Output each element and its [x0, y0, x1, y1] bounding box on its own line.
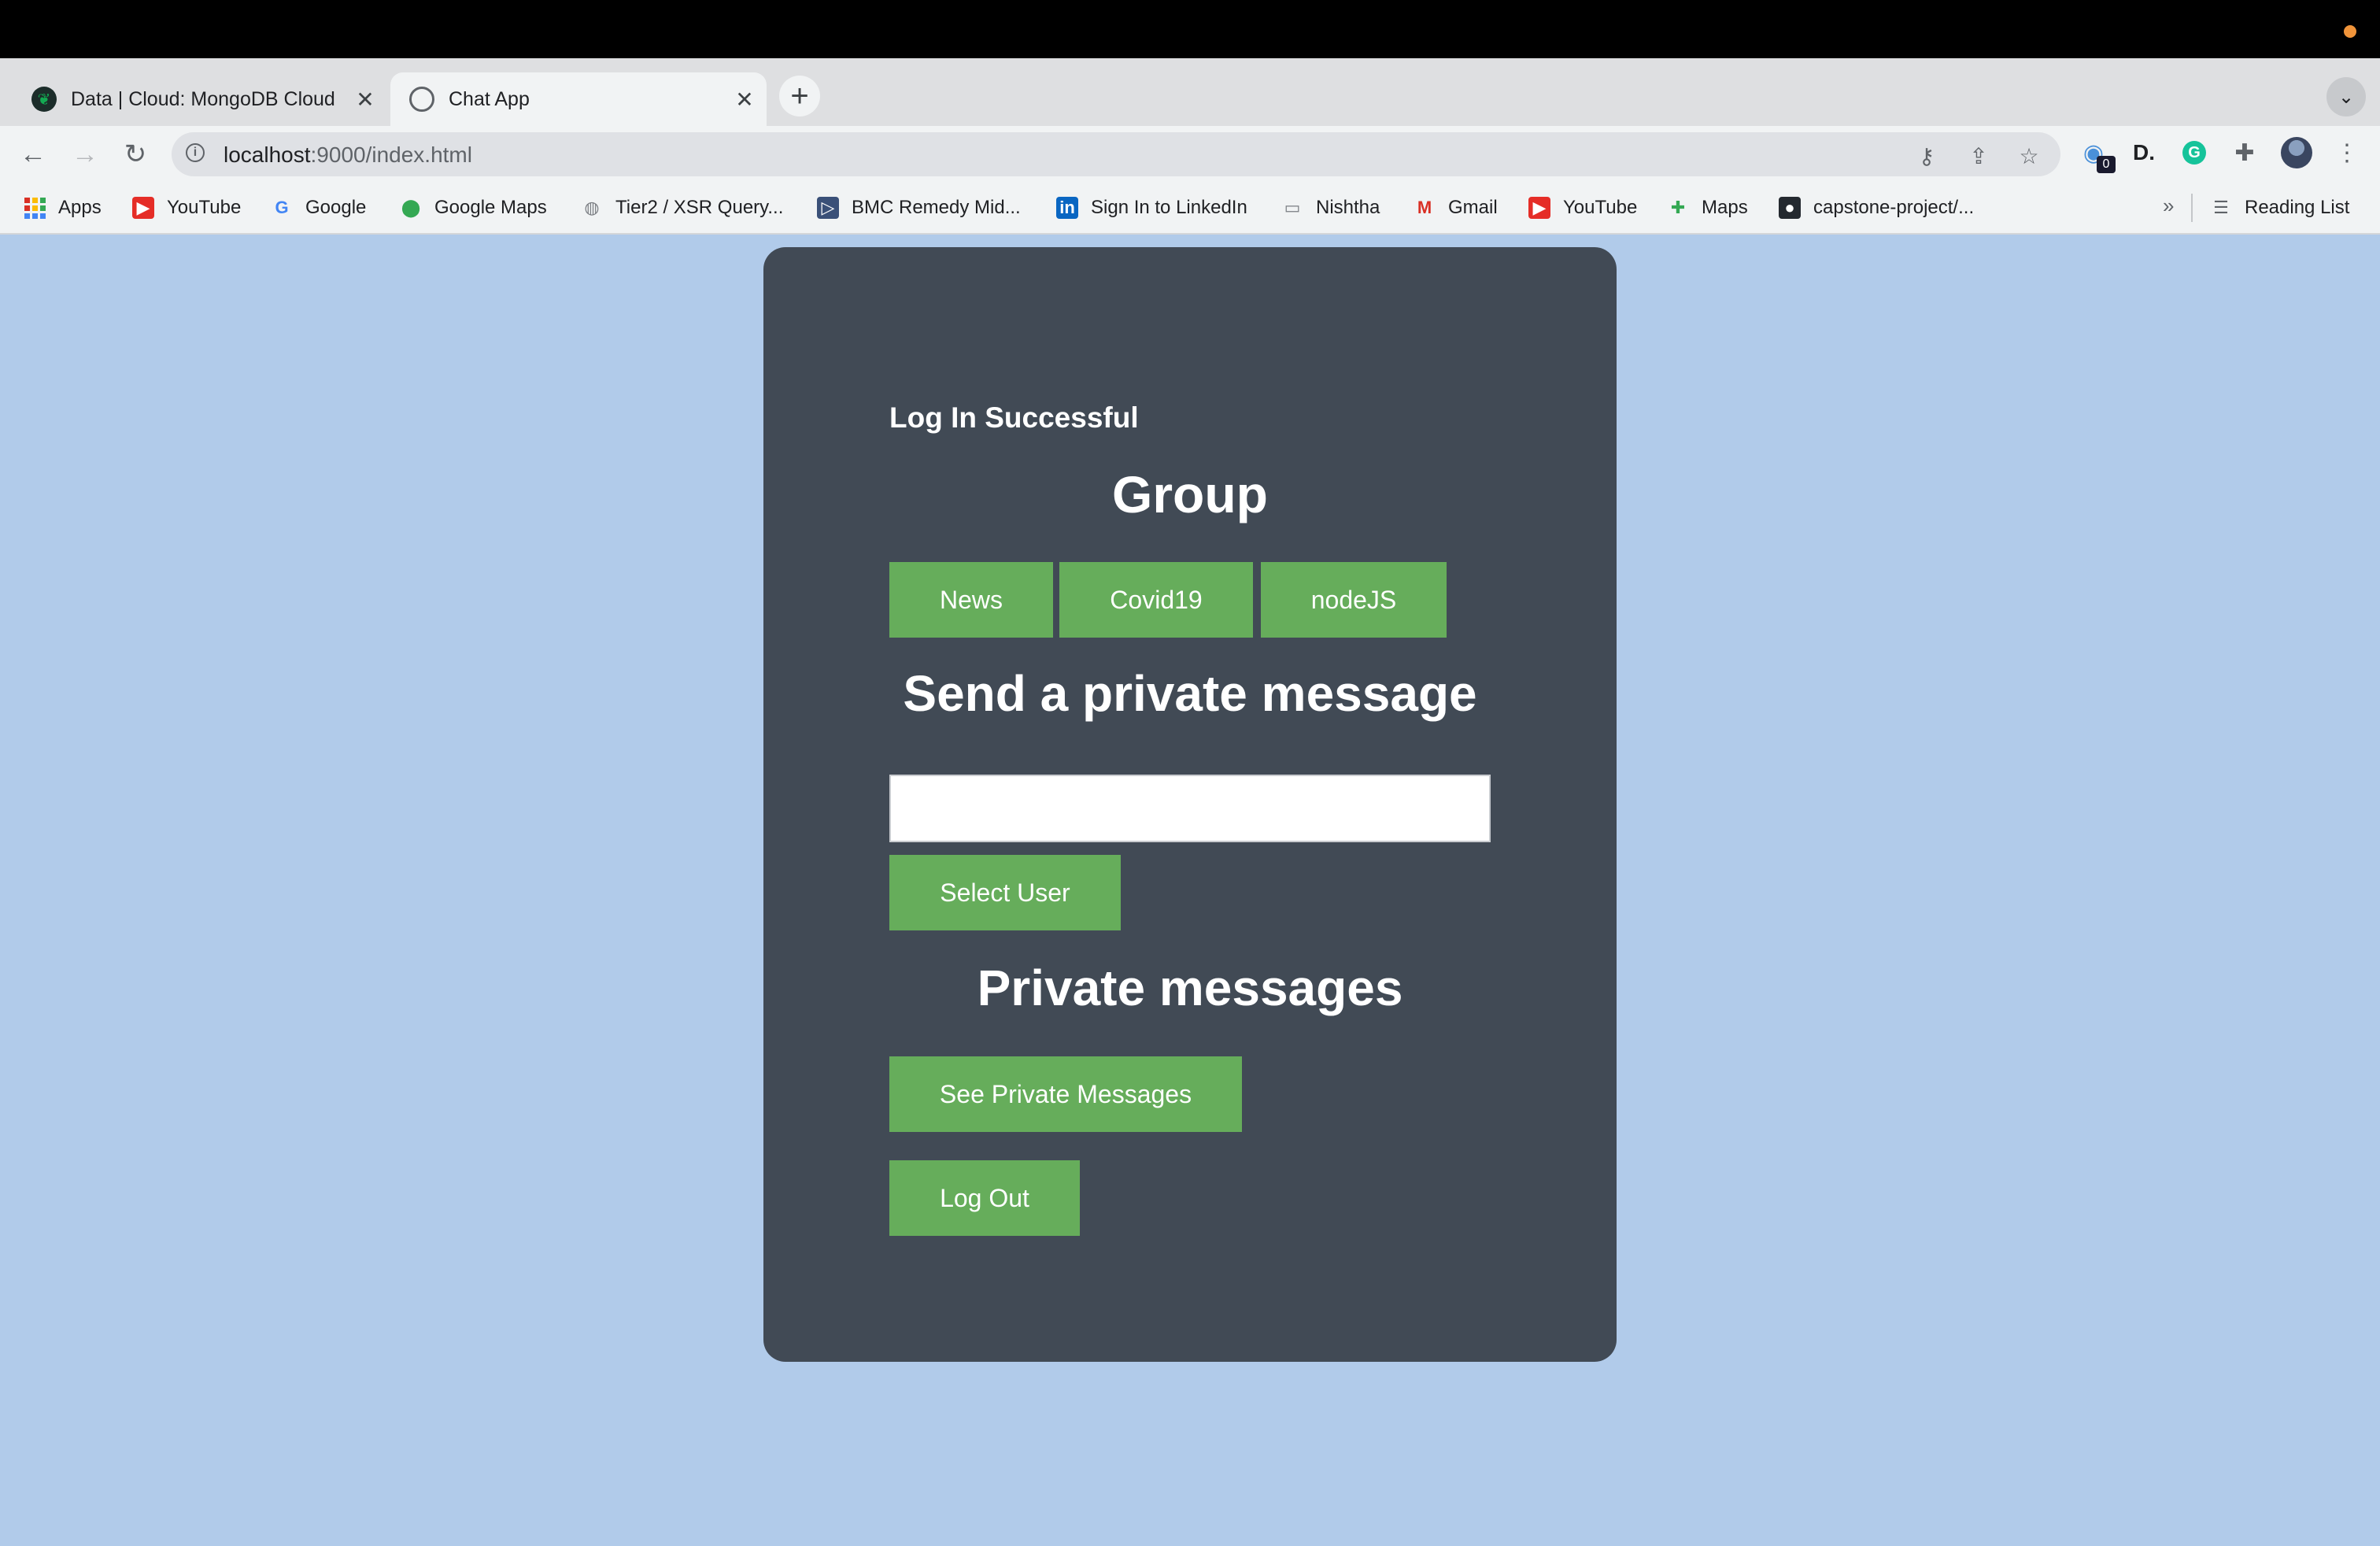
bookmark-label: Maps — [1702, 197, 1748, 218]
key-icon[interactable]: ⚷ — [1911, 140, 1942, 172]
grammarly-badge: G — [2182, 141, 2206, 165]
bookmark-label: Nishtha — [1316, 197, 1380, 218]
bookmark-label: YouTube — [167, 197, 242, 218]
tab-title: Data | Cloud: MongoDB Cloud — [71, 87, 335, 110]
tab-search-button[interactable]: ⌄ — [2326, 77, 2366, 117]
google-icon: G — [275, 198, 289, 217]
apps-grid-icon — [24, 197, 46, 219]
select-user-button[interactable]: Select User — [889, 855, 1121, 930]
reading-list[interactable]: ☰ Reading List — [2210, 194, 2349, 222]
bookmark-gmail[interactable]: M Gmail — [1414, 194, 1498, 222]
url-host: localhost — [224, 142, 311, 167]
grammarly-icon[interactable]: G — [2175, 134, 2213, 172]
bookmark-label: Sign In to LinkedIn — [1091, 197, 1247, 218]
chat-card: Log In Successful Group News Covid19 nod… — [763, 247, 1617, 1362]
tab-strip: ❦ Data | Cloud: MongoDB Cloud ✕ Chat App… — [0, 58, 2380, 126]
close-icon[interactable]: ✕ — [729, 87, 760, 113]
private-messages-heading: Private messages — [977, 960, 1403, 1016]
bookmark-tier2[interactable]: ◍ Tier2 / XSR Query... — [581, 194, 783, 222]
bookmark-label: capstone-project/... — [1813, 197, 1975, 218]
bookmarks-bar: Apps ▶ YouTube G Google ⬤ Google Maps ◍ … — [0, 183, 2380, 235]
bookmark-google-maps[interactable]: ⬤ Google Maps — [400, 194, 547, 222]
bookmark-label: Gmail — [1448, 197, 1498, 218]
close-icon[interactable]: ✕ — [349, 87, 381, 113]
bookmarks-overflow-icon[interactable]: » — [2163, 194, 2174, 218]
site-info-icon[interactable]: i — [186, 143, 205, 162]
tab-title: Chat App — [449, 87, 530, 110]
bookmark-google[interactable]: G Google — [271, 194, 366, 222]
bookmarks-divider — [2191, 194, 2193, 222]
bookmark-label: Google — [305, 197, 367, 218]
bookmark-capstone[interactable]: ● capstone-project/... — [1779, 194, 1974, 222]
bookmark-label: Apps — [58, 197, 102, 218]
github-icon: ● — [1779, 197, 1801, 219]
address-bar[interactable]: i localhost:9000/index.html ⚷ ⇪ ☆ — [172, 132, 2060, 176]
bookmark-bmc-remedy[interactable]: ▷ BMC Remedy Mid... — [817, 194, 1021, 222]
youtube-icon: ▶ — [132, 197, 154, 219]
recording-indicator-icon — [2344, 25, 2356, 38]
bookmark-linkedin[interactable]: in Sign In to LinkedIn — [1056, 194, 1247, 222]
bookmark-label: Tier2 / XSR Query... — [615, 197, 784, 218]
folder-icon: ▭ — [1284, 198, 1301, 217]
forward-button[interactable]: → — [65, 134, 105, 175]
mongodb-leaf-icon: ❦ — [31, 87, 57, 112]
youtube-icon: ▶ — [1528, 197, 1550, 219]
linkedin-icon: in — [1056, 197, 1078, 219]
see-private-messages-button[interactable]: See Private Messages — [889, 1056, 1242, 1132]
bookmark-label: YouTube — [1563, 197, 1638, 218]
bookmark-label: BMC Remedy Mid... — [852, 197, 1021, 218]
maps-icon: ✚ — [1670, 198, 1686, 217]
bookmark-apps[interactable]: Apps — [24, 194, 102, 222]
url-path: :9000/index.html — [310, 142, 472, 167]
login-status: Log In Successful — [889, 401, 1139, 434]
browser-menu-icon[interactable]: ⋮ — [2328, 134, 2366, 172]
bookmark-youtube-2[interactable]: ▶ YouTube — [1528, 194, 1637, 222]
system-menu-bar — [0, 0, 2380, 58]
log-out-button[interactable]: Log Out — [889, 1160, 1080, 1236]
bookmark-star-icon[interactable]: ☆ — [2013, 140, 2045, 172]
group-heading: Group — [1112, 465, 1268, 523]
url-text[interactable]: localhost:9000/index.html — [224, 142, 472, 168]
extensions-puzzle-icon[interactable]: ✚ — [2226, 134, 2264, 172]
group-covid19-button[interactable]: Covid19 — [1059, 562, 1253, 638]
extension-d-icon[interactable]: D. — [2125, 134, 2163, 172]
reading-list-icon: ☰ — [2213, 198, 2229, 217]
tab-chat-app[interactable]: Chat App ✕ — [390, 72, 767, 126]
reading-list-label: Reading List — [2245, 197, 2350, 218]
bookmark-nishtha[interactable]: ▭ Nishtha — [1281, 194, 1380, 222]
browser-toolbar: ← → ↻ i localhost:9000/index.html ⚷ ⇪ ☆ — [0, 126, 2380, 183]
new-tab-button[interactable]: + — [779, 76, 820, 117]
profile-avatar[interactable] — [2281, 137, 2312, 168]
bookmark-label: Google Maps — [434, 197, 547, 218]
google-maps-icon: ⬤ — [401, 198, 421, 217]
group-news-button[interactable]: News — [889, 562, 1053, 638]
private-message-heading: Send a private message — [903, 665, 1477, 722]
bookmark-maps[interactable]: ✚ Maps — [1667, 194, 1748, 222]
bookmark-youtube[interactable]: ▶ YouTube — [132, 194, 241, 222]
gmail-icon: M — [1417, 198, 1432, 217]
back-button[interactable]: ← — [13, 134, 54, 175]
reload-button[interactable]: ↻ — [115, 134, 156, 175]
tab-mongodb[interactable]: ❦ Data | Cloud: MongoDB Cloud ✕ — [13, 72, 387, 126]
globe-icon — [409, 87, 434, 112]
recipient-input[interactable] — [889, 775, 1491, 842]
group-nodejs-button[interactable]: nodeJS — [1261, 562, 1447, 638]
globe-icon: ◍ — [584, 198, 600, 217]
extension-badge: 0 — [2097, 156, 2116, 173]
bmc-icon: ▷ — [817, 197, 839, 219]
share-icon[interactable]: ⇪ — [1963, 140, 1994, 172]
